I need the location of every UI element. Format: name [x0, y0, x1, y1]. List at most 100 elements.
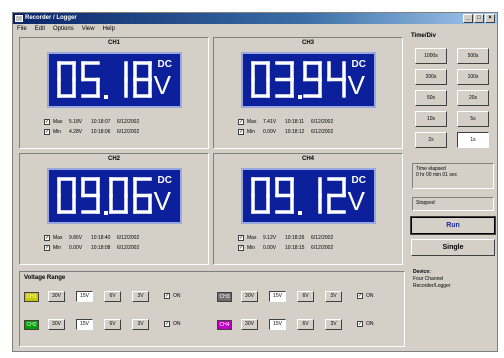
min-time: 10:18:06 — [91, 129, 111, 135]
range-button-ch2-6V[interactable]: 6V — [104, 319, 121, 330]
voltage-range-group: Voltage Range CH1 30V 15V 6V 3V ✓ ON CH3 30V 15V 6… — [19, 271, 405, 347]
run-button[interactable]: Run — [410, 216, 496, 235]
min-checkbox[interactable]: ✓ — [44, 129, 50, 135]
range-button-ch2-3V[interactable]: 3V — [132, 319, 149, 330]
maximize-icon[interactable]: □ — [474, 14, 484, 23]
max-row: ✓ Max 7.41V 10:18:11 6/12/2002 — [238, 117, 398, 127]
max-row: ✓ Max 9.86V 10:18:40 6/12/2002 — [44, 233, 204, 243]
range-button-ch3-3V[interactable]: 3V — [325, 291, 342, 302]
channel-title: CH2 — [107, 156, 120, 162]
channel-stats: ✓ Max 9.12V 10:18:26 6/12/2002 ✓ Min 0.0… — [238, 233, 398, 253]
on-toggle-ch3[interactable]: ✓ ON — [357, 293, 374, 299]
menu-help[interactable]: Help — [103, 24, 115, 34]
lcd-display: DC V — [241, 168, 376, 224]
timediv-button-50s[interactable]: 50s — [415, 90, 447, 106]
timediv-button-1s[interactable]: 1s — [457, 132, 489, 148]
timediv-button-500s[interactable]: 500s — [457, 48, 489, 64]
timediv-button-1000s[interactable]: 1000s — [415, 48, 447, 64]
on-label: ON — [366, 293, 374, 299]
menu-edit[interactable]: Edit — [35, 24, 45, 34]
lcd-display: DC V — [47, 168, 182, 224]
min-date: 6/12/2002 — [311, 129, 334, 135]
single-button[interactable]: Single — [411, 239, 495, 256]
min-time: 10:18:08 — [91, 245, 111, 251]
max-value: 5.18V — [69, 119, 83, 125]
max-checkbox[interactable]: ✓ — [44, 235, 50, 241]
lcd-digits — [247, 174, 347, 218]
status-text: Stopped — [416, 200, 435, 206]
on-toggle-ch4[interactable]: ✓ ON — [357, 321, 374, 327]
volt-unit: V — [153, 70, 171, 100]
lcd-digits — [247, 58, 347, 102]
channel-panel-ch2: CH2 DC V ✓ Max 9.86V 10:18:40 6/12/2002 … — [19, 153, 209, 265]
channel-chip-ch4: CH4 — [217, 320, 232, 330]
range-button-ch1-3V[interactable]: 3V — [132, 291, 149, 302]
max-checkbox[interactable]: ✓ — [238, 119, 244, 125]
min-time: 10:18:15 — [285, 245, 305, 251]
channel-stats: ✓ Max 7.41V 10:18:11 6/12/2002 ✓ Min 0.0… — [238, 117, 398, 137]
min-checkbox[interactable]: ✓ — [44, 245, 50, 251]
timediv-button-2s[interactable]: 2s — [415, 132, 447, 148]
range-button-ch1-15V[interactable]: 15V — [76, 291, 93, 302]
min-date: 6/12/2002 — [311, 245, 334, 251]
min-value: 0.00V — [69, 245, 83, 251]
channel-title: CH4 — [301, 156, 314, 162]
range-button-ch1-30V[interactable]: 30V — [48, 291, 65, 302]
min-label: Min — [53, 245, 62, 251]
range-button-ch4-30V[interactable]: 30V — [241, 319, 258, 330]
lcd-digits — [53, 58, 153, 102]
min-checkbox[interactable]: ✓ — [238, 129, 244, 135]
on-checkbox[interactable]: ✓ — [357, 321, 363, 327]
channel-chip-ch2: CH2 — [24, 320, 39, 330]
min-label: Min — [53, 129, 62, 135]
timediv-button-200s[interactable]: 200s — [415, 69, 447, 85]
max-checkbox[interactable]: ✓ — [44, 119, 50, 125]
range-button-ch2-15V[interactable]: 15V — [76, 319, 93, 330]
range-button-ch4-3V[interactable]: 3V — [325, 319, 342, 330]
minimize-icon[interactable]: _ — [463, 14, 473, 23]
timediv-button-10s[interactable]: 10s — [415, 111, 447, 127]
volt-unit: V — [347, 70, 365, 100]
min-checkbox[interactable]: ✓ — [238, 245, 244, 251]
status-panel: Stopped — [412, 197, 494, 211]
min-date: 6/12/2002 — [117, 129, 140, 135]
range-button-ch2-30V[interactable]: 30V — [48, 319, 65, 330]
on-checkbox[interactable]: ✓ — [164, 293, 170, 299]
range-button-ch3-30V[interactable]: 30V — [241, 291, 258, 302]
range-button-ch4-6V[interactable]: 6V — [297, 319, 314, 330]
on-toggle-ch2[interactable]: ✓ ON — [164, 321, 181, 327]
dc-label: DC — [351, 175, 366, 186]
timediv-button-20s[interactable]: 20s — [457, 90, 489, 106]
timediv-button-5s[interactable]: 5s — [457, 111, 489, 127]
range-button-ch3-15V[interactable]: 15V — [269, 291, 286, 302]
channel-chip-ch3: CH3 — [217, 292, 232, 302]
dc-label: DC — [157, 59, 172, 70]
close-icon[interactable]: × — [485, 14, 495, 23]
max-value: 9.86V — [69, 235, 83, 241]
app-icon — [15, 15, 23, 22]
min-value: 4.28V — [69, 129, 83, 135]
on-label: ON — [173, 321, 181, 327]
recorder-window: Recorder / Logger _ □ × File Edit Option… — [12, 12, 498, 352]
max-label: Max — [53, 119, 63, 125]
on-checkbox[interactable]: ✓ — [164, 321, 170, 327]
range-button-ch4-15V[interactable]: 15V — [269, 319, 286, 330]
range-button-ch3-6V[interactable]: 6V — [297, 291, 314, 302]
timediv-button-100s[interactable]: 100s — [457, 69, 489, 85]
max-time: 10:18:40 — [91, 235, 111, 241]
on-checkbox[interactable]: ✓ — [357, 293, 363, 299]
min-time: 10:18:12 — [285, 129, 305, 135]
max-time: 10:18:11 — [285, 119, 305, 125]
max-row: ✓ Max 9.12V 10:18:26 6/12/2002 — [238, 233, 398, 243]
menu-options[interactable]: Options — [53, 24, 74, 34]
min-date: 6/12/2002 — [117, 245, 140, 251]
on-toggle-ch1[interactable]: ✓ ON — [164, 293, 181, 299]
menu-file[interactable]: File — [17, 24, 27, 34]
max-checkbox[interactable]: ✓ — [238, 235, 244, 241]
menu-view[interactable]: View — [82, 24, 95, 34]
range-button-ch1-6V[interactable]: 6V — [104, 291, 121, 302]
channel-panel-ch1: CH1 DC V ✓ Max 5.18V 10:18:07 6/12/2002 … — [19, 37, 209, 149]
channel-panel-ch3: CH3 DC V ✓ Max 7.41V 10:18:11 6/12/2002 … — [213, 37, 403, 149]
min-row: ✓ Min 4.28V 10:18:06 6/12/2002 — [44, 127, 204, 137]
time-div-title: Time/Div — [411, 33, 436, 39]
